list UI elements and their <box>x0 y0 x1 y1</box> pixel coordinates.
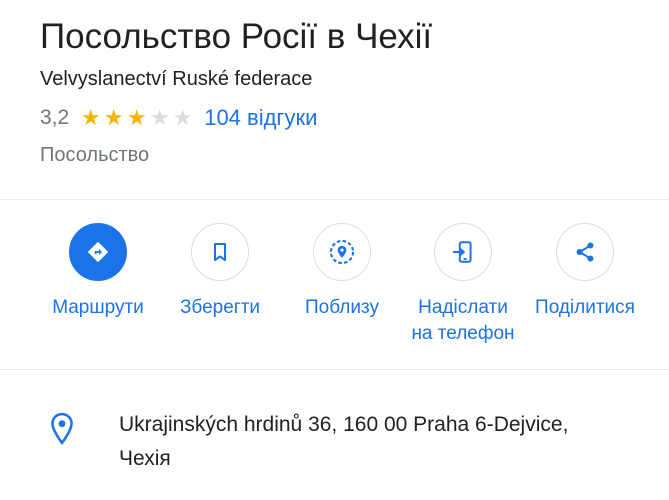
address-line2: Чехія <box>119 447 171 470</box>
send-to-phone-label: Надіслати на телефон <box>411 295 514 347</box>
rating-value: 3,2 <box>40 106 70 129</box>
divider <box>0 369 669 370</box>
star-icon: ★ <box>172 105 193 130</box>
share-icon <box>576 242 594 262</box>
share-button[interactable]: Поділитися <box>515 223 655 321</box>
nearby-icon <box>329 239 355 265</box>
directions-button[interactable]: Маршрути <box>28 223 168 321</box>
place-header: Посольство Росії в Чехії Velvyslanectví … <box>40 14 659 167</box>
save-button[interactable]: Зберегти <box>150 223 290 321</box>
star-icon: ★ <box>149 105 170 130</box>
share-label: Поділитися <box>535 297 635 318</box>
nearby-button[interactable]: Поблизу <box>272 223 412 321</box>
reviews-link[interactable]: 104 відгуки <box>204 105 317 131</box>
directions-circle[interactable] <box>69 223 127 281</box>
address-line1: Ukrajinských hrdinů 36, 160 00 Praha 6-D… <box>119 413 569 436</box>
place-subtitle: Velvyslanectví Ruské federace <box>40 68 313 90</box>
location-pin-icon <box>45 408 79 476</box>
bookmark-icon <box>214 243 226 261</box>
send-to-phone-button[interactable]: Надіслати на телефон <box>393 223 533 347</box>
send-to-phone-label-line1: Надіслати <box>418 297 508 318</box>
star-icon: ★ <box>80 105 101 130</box>
rating-row: 3,2 ★ ★ ★ ★ ★ 104 відгуки <box>40 102 659 134</box>
directions-icon <box>87 241 109 263</box>
share-circle[interactable] <box>556 223 614 281</box>
save-label: Зберегти <box>179 297 261 318</box>
star-icon: ★ <box>126 105 147 130</box>
rating-stars: ★ ★ ★ ★ ★ <box>79 107 194 129</box>
star-icon: ★ <box>103 105 124 130</box>
place-category: Посольство <box>40 144 150 166</box>
nearby-circle[interactable] <box>313 223 371 281</box>
send-to-phone-label-line2: на телефон <box>411 323 515 344</box>
action-buttons: Маршрути Зберегти Поблизу Надіслати на т… <box>0 223 669 363</box>
address-text: Ukrajinských hrdinů 36, 160 00 Praha 6-D… <box>119 408 568 476</box>
directions-label: Маршрути <box>52 297 144 318</box>
send-to-phone-icon <box>452 241 472 263</box>
save-circle[interactable] <box>191 223 249 281</box>
nearby-label: Поблизу <box>305 297 379 318</box>
place-title: Посольство Росії в Чехії <box>40 17 433 56</box>
address-row[interactable]: Ukrajinských hrdinů 36, 160 00 Praha 6-D… <box>45 408 659 476</box>
send-to-phone-circle[interactable] <box>434 223 492 281</box>
divider <box>0 199 669 200</box>
